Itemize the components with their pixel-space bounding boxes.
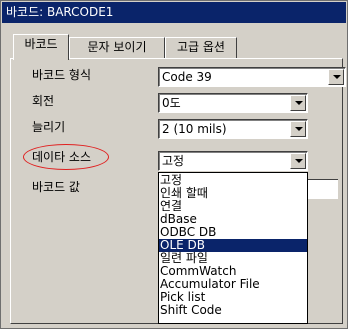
data-source-dropdown-button[interactable] xyxy=(290,153,306,169)
chevron-down-icon xyxy=(295,127,303,131)
stretch-label: 늘리기 xyxy=(32,120,66,134)
barcode-dialog: 바코드: BARCODE1 바코드 문자 보이기 고급 옵션 바코드 형식 Co… xyxy=(0,0,348,329)
barcode-type-combo[interactable]: Code 39 xyxy=(158,67,346,87)
barcode-type-label: 바코드 형식 xyxy=(32,68,92,82)
stretch-combo[interactable]: 2 (10 mils) xyxy=(158,119,308,139)
rotation-label: 회전 xyxy=(32,94,55,108)
rotation-combo[interactable]: 0도 xyxy=(158,93,308,113)
window-title: 바코드: BARCODE1 xyxy=(6,5,114,19)
stretch-dropdown-button[interactable] xyxy=(290,121,306,137)
title-bar: 바코드: BARCODE1 xyxy=(2,2,346,23)
tab-text-display-label: 문자 보이기 xyxy=(87,40,147,54)
data-source-combo[interactable]: 고정 xyxy=(158,151,308,171)
chevron-down-icon xyxy=(295,101,303,105)
data-source-value: 고정 xyxy=(162,154,185,168)
data-source-label: 데이타 소스 xyxy=(32,150,92,164)
tab-advanced-options-label: 고급 옵션 xyxy=(177,40,225,54)
rotation-value: 0도 xyxy=(162,96,181,110)
chevron-down-icon xyxy=(295,159,303,163)
barcode-value-label: 바코드 값 xyxy=(32,180,80,194)
barcode-type-value: Code 39 xyxy=(162,70,212,84)
tab-barcode[interactable]: 바코드 xyxy=(13,34,69,60)
barcode-type-dropdown-button[interactable] xyxy=(328,69,344,85)
rotation-dropdown-button[interactable] xyxy=(290,95,306,111)
stretch-value: 2 (10 mils) xyxy=(162,122,227,136)
tab-barcode-label: 바코드 xyxy=(24,37,58,51)
data-source-dropdown-list: 고정 인쇄 할때 연결 dBase ODBC DB OLE DB 일련 파일 CommWatc… xyxy=(158,172,308,324)
tab-text-display[interactable]: 문자 보이기 xyxy=(69,37,165,58)
dropdown-option[interactable]: Shift Code xyxy=(159,304,307,317)
tab-advanced-options[interactable]: 고급 옵션 xyxy=(165,37,237,58)
chevron-down-icon xyxy=(333,75,341,79)
